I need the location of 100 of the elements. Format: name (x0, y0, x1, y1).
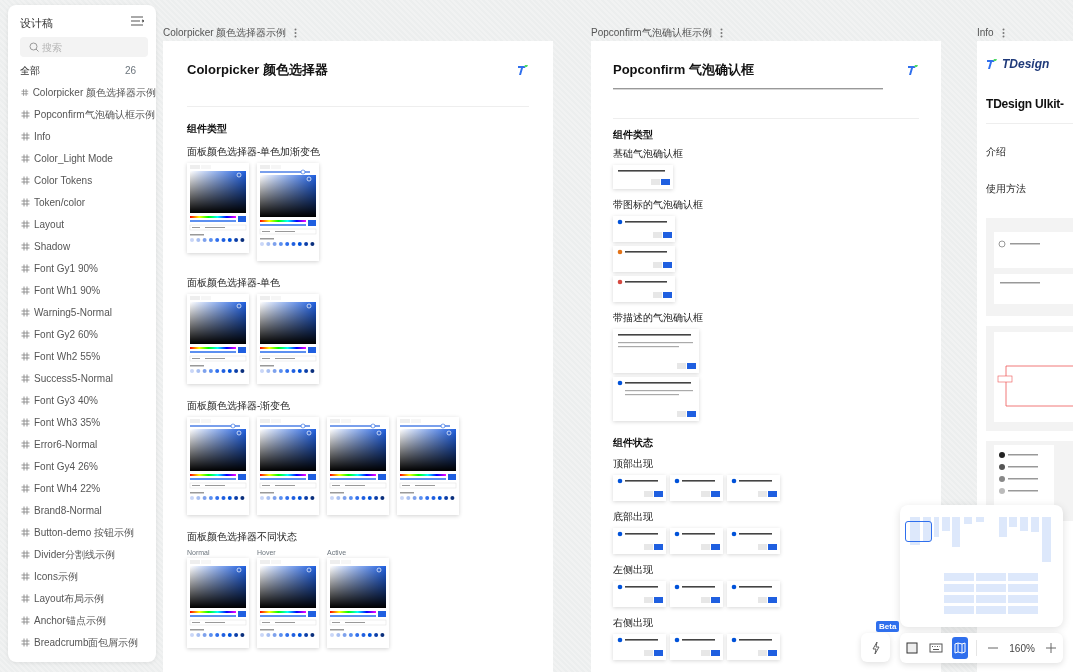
popconfirm-drawing (727, 634, 780, 660)
sidebar-item[interactable]: Warning5-Normal (8, 301, 156, 323)
info-heading: 介绍 (986, 145, 1006, 159)
sidebar-item[interactable]: Colorpicker 颜色选择器示例 (8, 81, 156, 103)
sidebar-item[interactable]: Color_Light Mode (8, 147, 156, 169)
hash-icon (21, 197, 30, 207)
sidebar-item[interactable]: Icons示例 (8, 565, 156, 587)
map-icon (953, 641, 968, 655)
hash-icon (21, 109, 30, 119)
frame-label[interactable]: Popconfirm气泡确认框示例 (591, 25, 712, 40)
sidebar-item[interactable]: Error6-Normal (8, 433, 156, 455)
keyboard-icon (929, 641, 944, 655)
popconfirm-drawing (727, 475, 780, 501)
group-heading: 带图标的气泡确认框 (613, 198, 703, 212)
hash-icon (21, 417, 30, 427)
hash-icon (21, 461, 30, 471)
item-count: 26 (124, 64, 136, 78)
lightning-icon (870, 640, 881, 655)
hash-icon (21, 439, 30, 449)
group-heading: 面板颜色选择器不同状态 (187, 529, 297, 544)
board-title: Popconfirm 气泡确认框 (613, 61, 754, 79)
more-icon[interactable] (719, 27, 723, 38)
menu-icon[interactable] (130, 15, 144, 27)
hash-icon (21, 175, 30, 185)
group-heading: 左侧出现 (613, 563, 653, 577)
board-title: TDesign UIkit- (986, 96, 1064, 113)
frame-label[interactable]: Colorpicker 颜色选择器示例 (163, 25, 287, 40)
minimap-viewport[interactable] (905, 521, 932, 542)
popconfirm-drawing (613, 475, 666, 501)
hash-icon (21, 285, 30, 295)
map-view-button[interactable] (952, 637, 969, 659)
hash-icon (21, 351, 30, 361)
group-heading: 面板颜色选择器-渐变色 (187, 398, 291, 413)
sidebar-item[interactable]: Popconfirm气泡确认框示例 (8, 103, 156, 125)
popconfirm-drawing (613, 276, 675, 302)
sidebar-item[interactable]: Font Gy4 26% (8, 455, 156, 477)
plus-icon (1045, 643, 1056, 653)
sidebar-item[interactable]: Font Wh2 55% (8, 345, 156, 367)
hash-icon (21, 263, 30, 273)
hash-icon (21, 527, 30, 537)
zoom-level: 160% (1009, 641, 1035, 656)
popconfirm-drawing (670, 528, 723, 554)
popconfirm-drawing (727, 528, 780, 554)
hash-icon (21, 241, 30, 251)
sidebar-item[interactable]: Layout (8, 213, 156, 235)
sidebar-item[interactable]: Breadcrumb面包屑示例 (8, 631, 156, 653)
popconfirm-drawing (670, 634, 723, 660)
sidebar-item[interactable]: Color Tokens (8, 169, 156, 191)
sidebar-item[interactable]: Info (8, 125, 156, 147)
sidebar-item[interactable]: Font Gy3 40% (8, 389, 156, 411)
section-heading: 组件类型 (613, 128, 653, 142)
popconfirm-drawing (613, 634, 666, 660)
sidebar-item[interactable]: Font Wh1 90% (8, 279, 156, 301)
group-heading: 底部出现 (613, 510, 653, 524)
sidebar-title: 设计稿 (20, 16, 53, 31)
group-heading: 右侧出现 (613, 616, 653, 630)
logo-icon (517, 63, 529, 76)
sidebar-item[interactable]: Font Gy2 60% (8, 323, 156, 345)
group-heading: 基础气泡确认框 (613, 147, 683, 161)
frame-icon (905, 641, 920, 655)
hash-icon (21, 637, 30, 647)
hash-icon (21, 615, 30, 625)
hash-icon (21, 571, 30, 581)
hash-icon (21, 307, 30, 317)
frame-label[interactable]: Info (977, 25, 994, 40)
hash-icon (21, 131, 30, 141)
lightning-button[interactable] (861, 633, 890, 662)
popconfirm-drawing (670, 581, 723, 607)
sidebar-item[interactable]: Shadow (8, 235, 156, 257)
hash-icon (21, 329, 30, 339)
logo-icon (907, 63, 919, 76)
sidebar-item[interactable]: Anchor锚点示例 (8, 609, 156, 631)
sidebar-item[interactable]: Success5-Normal (8, 367, 156, 389)
info-heading: 使用方法 (986, 182, 1026, 196)
popconfirm-drawing (613, 165, 673, 189)
popconfirm-drawing (670, 475, 723, 501)
more-icon[interactable] (294, 27, 298, 38)
hash-icon (21, 219, 30, 229)
category-label: 全部 (20, 64, 40, 78)
sidebar-item[interactable]: Font Wh4 22% (8, 477, 156, 499)
sidebar-item[interactable]: Font Wh3 35% (8, 411, 156, 433)
more-icon[interactable] (1001, 27, 1005, 38)
sidebar-item[interactable]: Brand8-Normal (8, 499, 156, 521)
popconfirm-drawing (727, 581, 780, 607)
popconfirm-drawing (613, 246, 675, 272)
section-heading: 组件状态 (613, 436, 653, 450)
hash-icon (21, 153, 30, 163)
sidebar-item[interactable]: Layout布局示例 (8, 587, 156, 609)
group-heading: 面板颜色选择器-单色加渐变色 (187, 144, 321, 159)
hash-icon (21, 505, 30, 515)
hash-icon (21, 87, 29, 97)
logo-icon (986, 58, 998, 70)
beta-badge: Beta (876, 621, 900, 632)
group-heading: 带描述的气泡确认框 (613, 311, 703, 325)
popconfirm-drawing (613, 216, 675, 242)
sidebar-item[interactable]: Font Gy1 90% (8, 257, 156, 279)
sidebar-item[interactable]: Button-demo 按钮示例 (8, 521, 156, 543)
sidebar-item[interactable]: Divider分割线示例 (8, 543, 156, 565)
search-field[interactable]: 搜索 (20, 37, 148, 57)
sidebar-item[interactable]: Token/color (8, 191, 156, 213)
